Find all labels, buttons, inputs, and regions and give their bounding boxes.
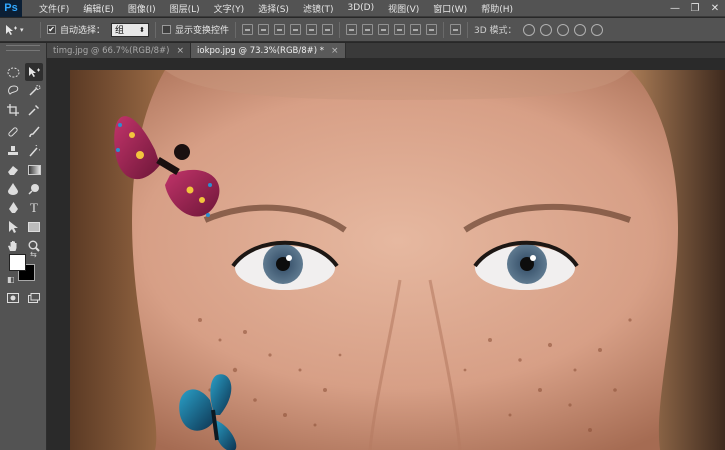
close-tab-icon[interactable]: × <box>331 46 339 56</box>
quick-selection-tool-icon[interactable] <box>25 82 43 100</box>
menu-edit[interactable]: 编辑(E) <box>76 2 121 15</box>
align-right-icon[interactable] <box>322 24 334 35</box>
tab-label: iokpo.jpg @ 73.3%(RGB/8#) * <box>197 45 325 56</box>
move-tool-icon[interactable] <box>25 63 43 81</box>
auto-align-layers-icon[interactable] <box>450 24 462 35</box>
menu-window[interactable]: 窗口(W) <box>426 2 474 15</box>
align-vertical-center-icon[interactable] <box>258 24 270 35</box>
minimize-button[interactable]: — <box>665 0 685 17</box>
menu-filter[interactable]: 滤镜(T) <box>296 2 341 15</box>
hand-tool-icon[interactable] <box>4 237 22 255</box>
path-selection-tool-icon[interactable] <box>4 218 22 236</box>
healing-brush-tool-icon[interactable] <box>4 123 22 141</box>
panel-grip[interactable] <box>6 45 40 51</box>
rotate-3d-icon[interactable] <box>522 23 535 36</box>
menu-layer[interactable]: 图层(L) <box>163 2 207 15</box>
close-button[interactable]: ✕ <box>705 0 725 17</box>
align-horizontal-center-icon[interactable] <box>306 24 318 35</box>
distribute-right-icon[interactable] <box>426 24 438 35</box>
divider <box>443 21 445 38</box>
menu-3d[interactable]: 3D(D) <box>340 3 381 13</box>
move-tool-icon <box>6 24 17 35</box>
divider <box>235 21 237 38</box>
tool-preset-picker[interactable]: ▾ <box>4 24 34 36</box>
document-tabs: timg.jpg @ 66.7%(RGB/8#) × iokpo.jpg @ 7… <box>47 43 725 58</box>
distribute-buttons <box>346 24 438 35</box>
window-controls: — ❐ ✕ <box>665 0 725 17</box>
align-left-icon[interactable] <box>290 24 302 35</box>
tab-label: timg.jpg @ 66.7%(RGB/8#) <box>53 45 170 56</box>
divider <box>339 21 341 38</box>
dodge-tool-icon[interactable] <box>25 180 43 198</box>
auto-select-option[interactable]: ✔ 自动选择： <box>47 23 105 36</box>
foreground-color-swatch[interactable] <box>9 254 26 271</box>
gradient-tool-icon[interactable] <box>25 161 43 179</box>
close-tab-icon[interactable]: × <box>176 46 184 56</box>
distribute-hcenter-icon[interactable] <box>410 24 422 35</box>
swap-colors-icon[interactable]: ⇆ <box>30 250 37 259</box>
align-bottom-icon[interactable] <box>274 24 286 35</box>
distribute-bottom-icon[interactable] <box>378 24 390 35</box>
rectangle-tool-icon[interactable] <box>25 218 43 236</box>
align-top-icon[interactable] <box>242 24 254 35</box>
show-transform-label: 显示变换控件 <box>175 26 230 36</box>
lasso-tool-icon[interactable] <box>4 82 22 100</box>
menu-select[interactable]: 选择(S) <box>251 2 296 15</box>
tab-iokpo[interactable]: iokpo.jpg @ 73.3%(RGB/8#) * × <box>191 43 346 58</box>
divider <box>40 21 41 38</box>
menu-help[interactable]: 帮助(H) <box>474 2 520 15</box>
divider <box>155 21 157 38</box>
drag-3d-icon[interactable] <box>556 23 569 36</box>
menu-file[interactable]: 文件(F) <box>32 2 76 15</box>
dropdown-arrow-icon: ⬍ <box>139 25 146 34</box>
photoshop-logo: Ps <box>0 0 22 17</box>
crop-tool-icon[interactable] <box>4 101 22 119</box>
eraser-tool-icon[interactable] <box>4 161 22 179</box>
menu-type[interactable]: 文字(Y) <box>207 2 252 15</box>
menu-view[interactable]: 视图(V) <box>381 2 426 15</box>
type-tool-icon[interactable]: T <box>25 199 43 217</box>
slide-3d-icon[interactable] <box>573 23 586 36</box>
auto-select-label: 自动选择： <box>60 26 106 36</box>
document-image[interactable] <box>70 70 725 450</box>
distribute-vcenter-icon[interactable] <box>362 24 374 35</box>
tools-panel: T ⇆ ◧ <box>0 43 47 450</box>
divider <box>467 21 469 38</box>
options-bar: ▾ ✔ 自动选择： 组 ⬍ 显示变换控件 3D 模式： <box>0 18 725 42</box>
pen-tool-icon[interactable] <box>4 199 22 217</box>
default-colors-icon[interactable]: ◧ <box>7 275 15 284</box>
clone-stamp-tool-icon[interactable] <box>4 142 22 160</box>
history-brush-tool-icon[interactable] <box>25 142 43 160</box>
brush-tool-icon[interactable] <box>25 123 43 141</box>
chevron-down-icon: ▾ <box>20 25 24 34</box>
menu-image[interactable]: 图像(I) <box>121 2 163 15</box>
screen-mode-icon[interactable] <box>25 289 43 307</box>
camera-3d-icon[interactable] <box>590 23 603 36</box>
canvas-area[interactable] <box>47 58 725 450</box>
auto-select-checkbox[interactable]: ✔ <box>47 25 56 34</box>
maximize-button[interactable]: ❐ <box>685 0 705 17</box>
show-transform-option[interactable]: 显示变换控件 <box>162 23 229 36</box>
show-transform-checkbox[interactable] <box>162 25 172 34</box>
distribute-left-icon[interactable] <box>394 24 406 35</box>
quick-mask-icon[interactable] <box>4 289 22 307</box>
3d-mode-label: 3D 模式： <box>474 26 517 36</box>
3d-mode-buttons <box>522 23 603 36</box>
auto-select-value: 组 <box>115 26 125 36</box>
tab-timg[interactable]: timg.jpg @ 66.7%(RGB/8#) × <box>47 43 192 58</box>
marquee-tool-icon[interactable] <box>4 63 22 81</box>
eyedropper-tool-icon[interactable] <box>25 101 43 119</box>
align-buttons <box>242 24 334 35</box>
auto-select-dropdown[interactable]: 组 ⬍ <box>111 22 150 37</box>
roll-3d-icon[interactable] <box>539 23 552 36</box>
blur-tool-icon[interactable] <box>4 180 22 198</box>
distribute-top-icon[interactable] <box>346 24 358 35</box>
menu-bar: Ps 文件(F) 编辑(E) 图像(I) 图层(L) 文字(Y) 选择(S) 滤… <box>0 0 725 17</box>
